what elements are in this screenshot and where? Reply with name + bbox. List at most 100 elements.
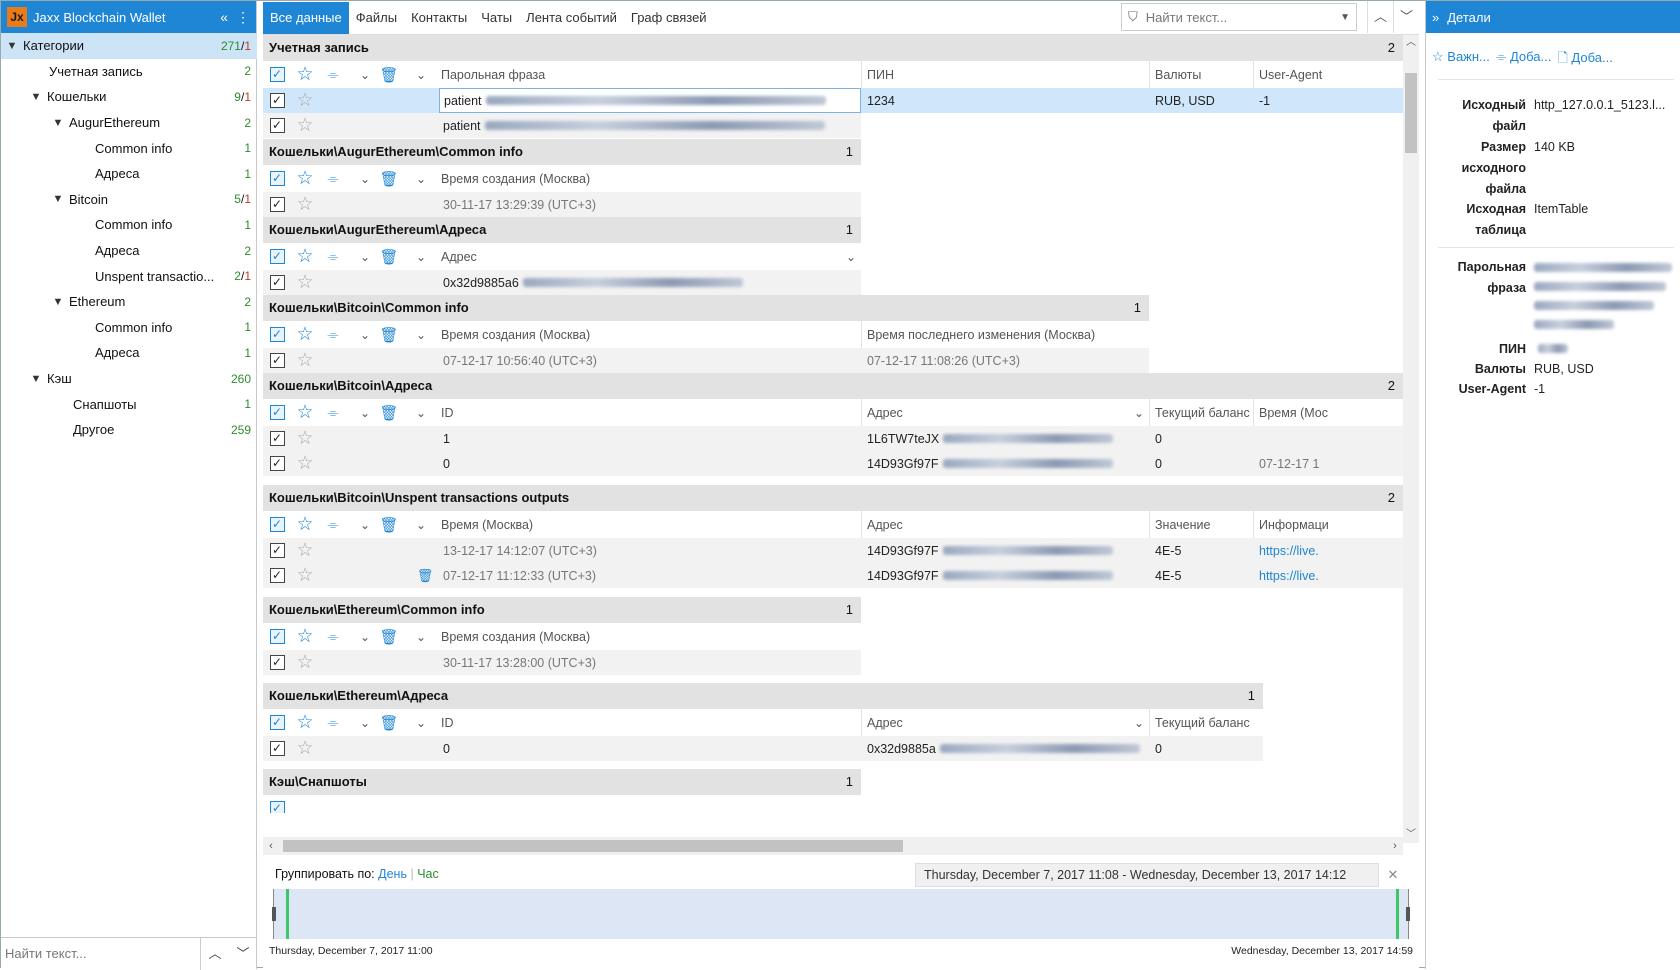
chevron-down-icon[interactable]: ⌄	[353, 709, 377, 736]
table-row[interactable]: ✓ ☆ 1 1L6TW7teJX 0	[263, 426, 1403, 451]
star-icon[interactable]: ☆	[293, 650, 317, 675]
chevron-down-icon[interactable]: ⌄	[839, 243, 863, 270]
select-all-checkbox[interactable]: ✓	[265, 165, 289, 192]
column-header-phrase[interactable]: Парольная фраза	[441, 61, 861, 88]
main-search-input[interactable]: ⛉ Найти текст... ▼	[1121, 3, 1357, 31]
chevron-down-icon[interactable]: ▼	[51, 117, 65, 129]
row-checkbox[interactable]: ✓	[265, 650, 289, 675]
tree-item-account[interactable]: Учетная запись 2	[1, 59, 257, 85]
table-row[interactable]: ✓ ☆ 0x32d9885a6	[263, 270, 861, 295]
chevron-down-icon[interactable]: ﹀	[1403, 827, 1419, 843]
column-header-address[interactable]: Адрес	[441, 243, 841, 270]
chevron-down-icon[interactable]: ⌄	[353, 511, 377, 538]
chevron-down-icon[interactable]: ▼	[5, 40, 19, 52]
trash-icon[interactable]: 🗑	[377, 399, 401, 426]
add-tag-button[interactable]: ⌯ Доба...	[1496, 49, 1551, 71]
tag-icon[interactable]: ⌯	[321, 243, 345, 270]
row-checkbox[interactable]: ✓	[265, 270, 289, 295]
chevron-down-icon[interactable]: ⌄	[1127, 709, 1151, 736]
tag-icon[interactable]: ⌯	[321, 399, 345, 426]
column-header-id[interactable]: ID	[441, 709, 861, 736]
column-header-modified[interactable]: Время последнего изменения (Москва)	[867, 321, 1149, 348]
column-header-time[interactable]: Время (Мос	[1259, 399, 1403, 426]
vertical-scrollbar[interactable]: ︿ ﹀	[1403, 35, 1419, 843]
tree-item-augur-addresses[interactable]: Адреса 1	[1, 161, 257, 187]
star-icon[interactable]: ☆	[293, 736, 317, 761]
tag-icon[interactable]: ⌯	[321, 511, 345, 538]
column-header-address[interactable]: Адрес	[867, 511, 1149, 538]
tab-chats[interactable]: Чаты	[474, 2, 519, 34]
column-header-user-agent[interactable]: User-Agent	[1259, 61, 1403, 88]
select-all-checkbox[interactable]: ✓	[265, 511, 289, 538]
star-icon[interactable]: ☆	[293, 113, 317, 138]
chevron-down-icon[interactable]: ⌄	[353, 623, 377, 650]
trash-icon[interactable]: 🗑	[413, 563, 437, 588]
chevron-down-icon[interactable]: ⌄	[1127, 399, 1151, 426]
star-icon[interactable]: ☆	[293, 88, 317, 113]
tag-icon[interactable]: ⌯	[321, 709, 345, 736]
panel-menu-icon[interactable]: ⋮	[236, 9, 250, 26]
tab-files[interactable]: Файлы	[349, 2, 404, 34]
trash-icon[interactable]: 🗑	[377, 321, 401, 348]
chevron-down-icon[interactable]: ⌄	[353, 165, 377, 192]
row-checkbox[interactable]: ✓	[265, 192, 289, 217]
group-header[interactable]: Кошельки\Bitcoin\Common info 1	[263, 295, 1149, 321]
collapse-panel-icon[interactable]: «	[220, 9, 228, 25]
tree-item-bitcoin[interactable]: ▼ Bitcoin 5/1	[1, 187, 257, 213]
info-link[interactable]: https://live.	[1259, 563, 1403, 588]
select-all-checkbox[interactable]: ✓	[265, 623, 289, 650]
chevron-down-icon[interactable]: ▼	[51, 296, 65, 308]
tree-item-cache[interactable]: ▼ Кэш 260	[1, 366, 257, 392]
star-icon[interactable]: ☆	[293, 321, 317, 348]
timeline-right-handle[interactable]	[1406, 907, 1410, 921]
chevron-down-icon[interactable]: ⌄	[353, 321, 377, 348]
group-header[interactable]: Учетная запись 2	[263, 35, 1403, 61]
chevron-up-icon[interactable]: ︿	[201, 938, 229, 970]
star-icon[interactable]: ☆	[293, 451, 317, 476]
trash-icon[interactable]: 🗑	[377, 623, 401, 650]
star-icon[interactable]: ☆	[293, 426, 317, 451]
table-row[interactable]: ✓ ☆ 07-12-17 10:56:40 (UTC+3) 07-12-17 1…	[263, 348, 1149, 373]
horizontal-scrollbar[interactable]: ‹ ›	[263, 837, 1403, 855]
row-checkbox[interactable]: ✓	[265, 426, 289, 451]
group-header[interactable]: Кошельки\Ethereum\Common info 1	[263, 597, 861, 623]
tree-item-ethereum[interactable]: ▼ Ethereum 2	[1, 289, 257, 315]
mark-important-button[interactable]: ☆ Важн...	[1432, 49, 1490, 71]
select-all-checkbox[interactable]: ✓	[265, 243, 289, 270]
group-header[interactable]: Кэш\Снапшоты 1	[263, 769, 861, 795]
table-row[interactable]: ✓ ☆ 0 14D93Gf97F 0 07-12-17 1	[263, 451, 1403, 476]
chevron-down-icon[interactable]: ⌄	[353, 243, 377, 270]
trash-icon[interactable]: 🗑	[377, 61, 401, 88]
tree-item-wallets[interactable]: ▼ Кошельки 9/1	[1, 84, 257, 110]
column-header-pin[interactable]: ПИН	[867, 61, 1147, 88]
row-checkbox[interactable]: ✓	[265, 451, 289, 476]
tree-item-ethereum-addresses[interactable]: Адреса 1	[1, 340, 257, 366]
close-icon[interactable]: ✕	[1383, 863, 1403, 887]
star-icon[interactable]: ☆	[293, 511, 317, 538]
group-header[interactable]: Кошельки\Ethereum\Адреса 1	[263, 683, 1263, 709]
row-checkbox[interactable]: ✓	[265, 348, 289, 373]
column-header-value[interactable]: Значение	[1155, 511, 1255, 538]
star-icon[interactable]: ☆	[293, 243, 317, 270]
group-header[interactable]: Кошельки\AugurEthereum\Адреса 1	[263, 217, 861, 243]
trash-icon[interactable]: 🗑	[377, 243, 401, 270]
row-checkbox[interactable]: ✓	[265, 538, 289, 563]
star-icon[interactable]: ☆	[293, 192, 317, 217]
select-all-checkbox[interactable]: ✓	[265, 799, 289, 813]
table-row[interactable]: ✓ ☆ patient	[263, 113, 861, 138]
row-checkbox[interactable]: ✓	[265, 563, 289, 588]
tab-link-graph[interactable]: Граф связей	[624, 2, 714, 34]
chevron-up-icon[interactable]: ︿	[1367, 1, 1393, 33]
star-icon[interactable]: ☆	[293, 348, 317, 373]
chevron-down-icon[interactable]: ⌄	[409, 709, 433, 736]
column-header-address[interactable]: Адрес	[867, 399, 1131, 426]
chevron-left-icon[interactable]: ‹	[263, 837, 279, 855]
select-all-checkbox[interactable]: ✓	[265, 709, 289, 736]
column-header-address[interactable]: Адрес	[867, 709, 1131, 736]
tree-item-categories[interactable]: ▼ Категории 271/1	[1, 33, 257, 59]
tree-item-augur[interactable]: ▼ AugurEthereum 2	[1, 110, 257, 136]
tab-event-feed[interactable]: Лента событий	[519, 2, 624, 34]
star-icon[interactable]: ☆	[293, 270, 317, 295]
group-header[interactable]: Кошельки\Bitcoin\Unspent transactions ou…	[263, 485, 1403, 511]
chevron-down-icon[interactable]: ⌄	[409, 165, 433, 192]
